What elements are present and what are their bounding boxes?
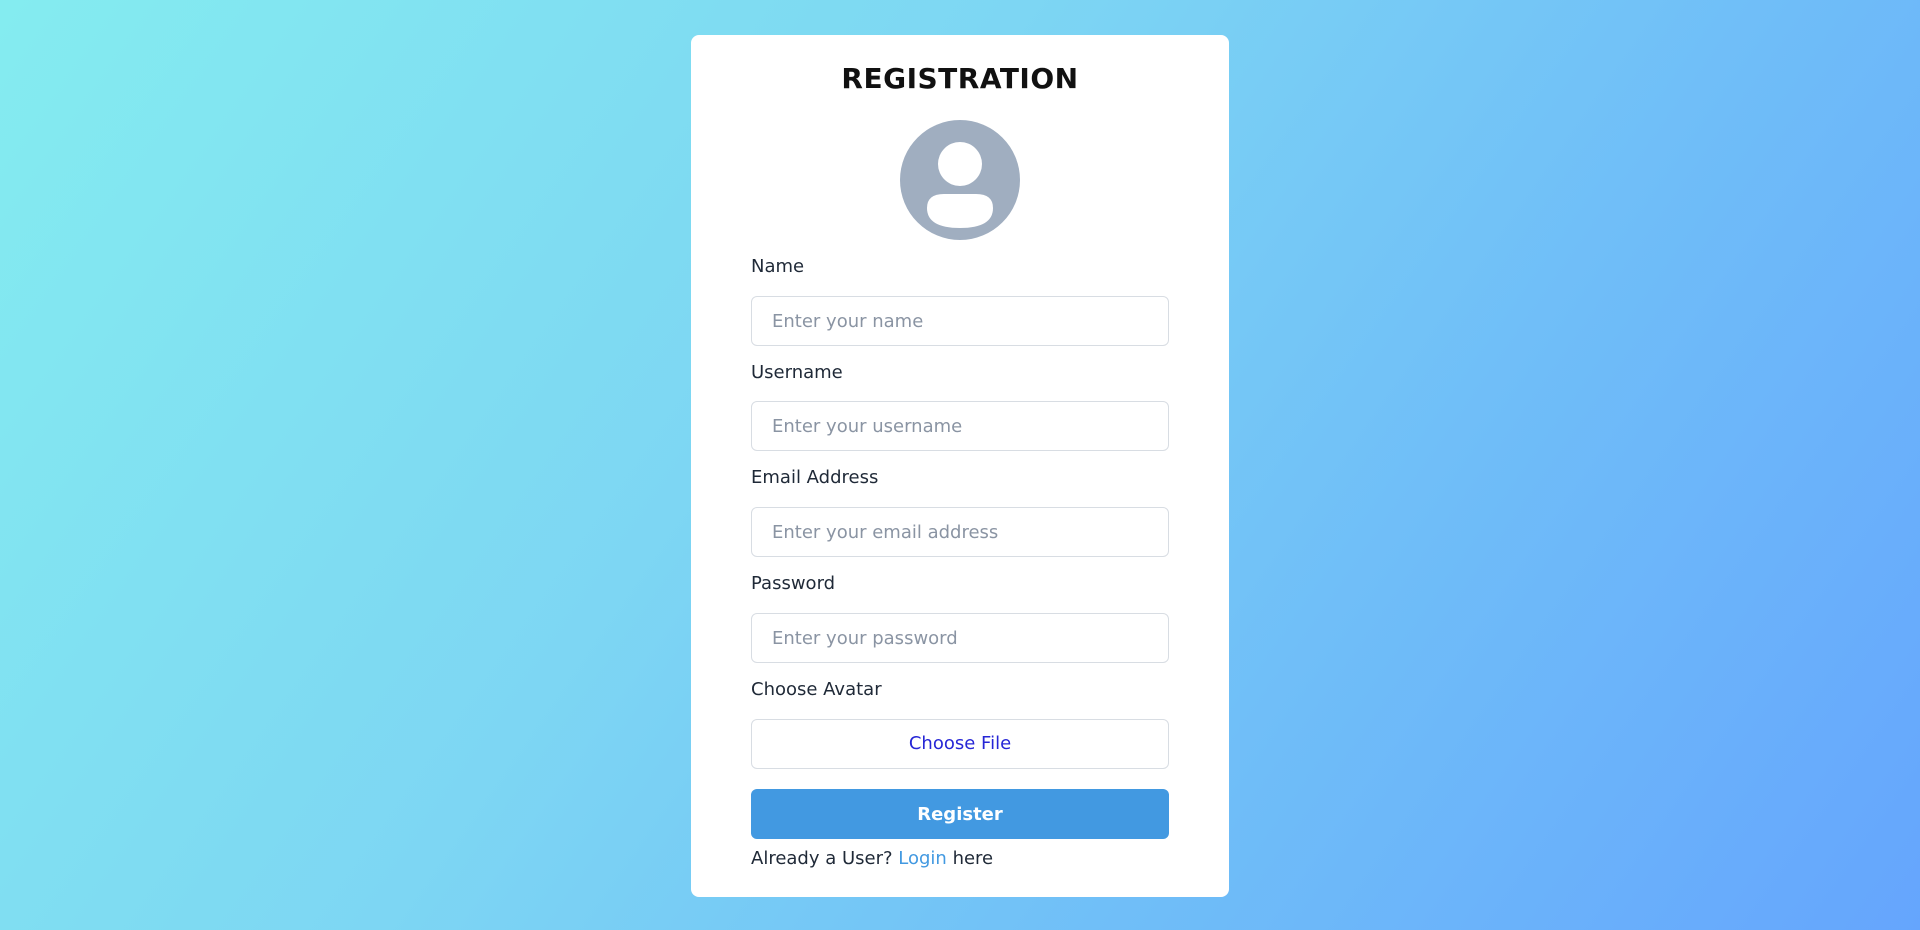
choose-file-button[interactable]: Choose File bbox=[751, 719, 1169, 769]
name-label: Name bbox=[751, 256, 805, 277]
username-input[interactable] bbox=[751, 401, 1169, 451]
user-avatar-icon bbox=[900, 120, 1020, 240]
avatar-label: Choose Avatar bbox=[751, 679, 882, 700]
page-title: REGISTRATION bbox=[841, 62, 1079, 95]
username-label: Username bbox=[751, 362, 843, 383]
login-prompt: Already a User? Login here bbox=[751, 848, 993, 869]
login-link[interactable]: Login bbox=[898, 848, 947, 869]
registration-card: REGISTRATION Name Username Email Address… bbox=[691, 35, 1229, 897]
email-input[interactable] bbox=[751, 507, 1169, 557]
login-prompt-suffix: here bbox=[946, 848, 994, 869]
password-label: Password bbox=[751, 573, 836, 594]
email-label: Email Address bbox=[751, 467, 879, 488]
name-input[interactable] bbox=[751, 296, 1169, 346]
register-button[interactable]: Register bbox=[751, 789, 1169, 839]
login-prompt-prefix: Already a User? bbox=[751, 848, 899, 869]
password-input[interactable] bbox=[751, 613, 1169, 663]
